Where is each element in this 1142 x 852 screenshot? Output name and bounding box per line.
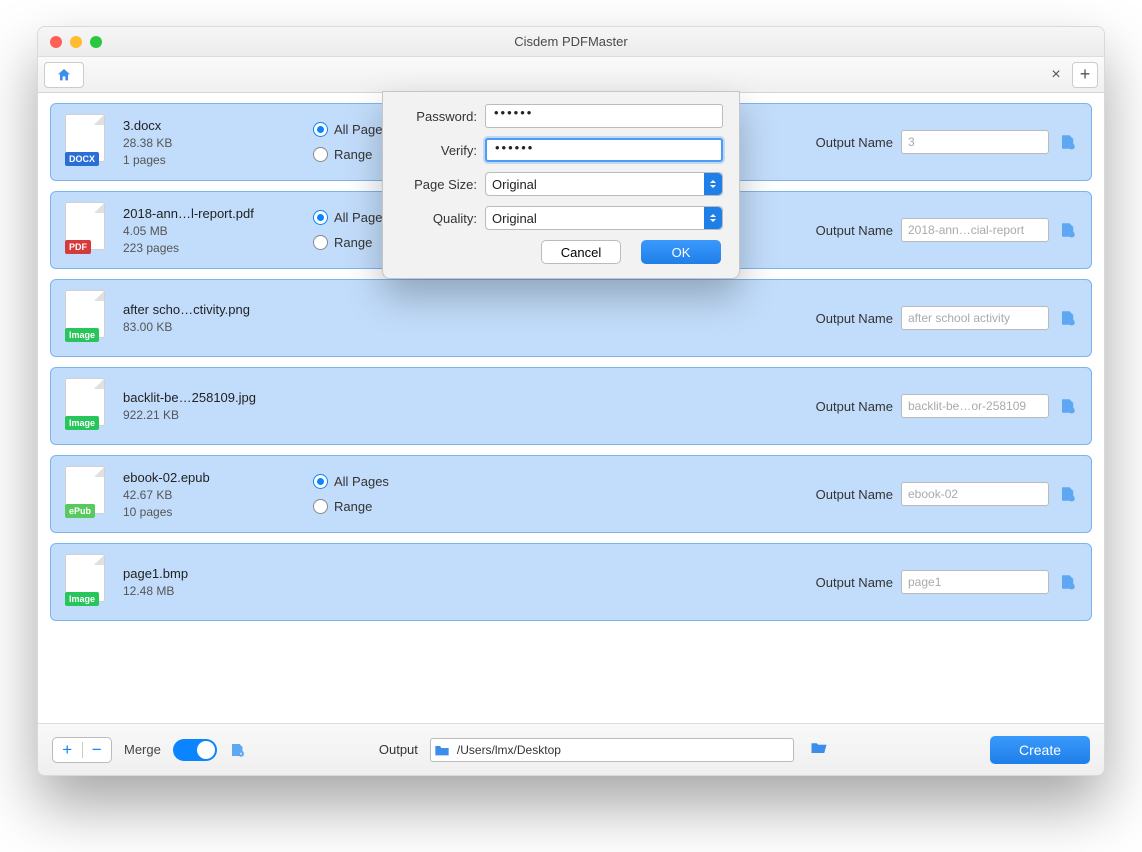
window-title: Cisdem PDFMaster bbox=[38, 34, 1104, 49]
radio-icon bbox=[313, 122, 328, 137]
output-name-input[interactable] bbox=[901, 306, 1049, 330]
row-settings-button[interactable] bbox=[1059, 573, 1077, 591]
file-type-badge: Image bbox=[65, 416, 99, 430]
file-type-badge: DOCX bbox=[65, 152, 99, 166]
create-button[interactable]: Create bbox=[990, 736, 1090, 764]
file-type-badge: PDF bbox=[65, 240, 91, 254]
output-path-text: /Users/lmx/Desktop bbox=[453, 743, 793, 757]
close-tab-button[interactable]: × bbox=[1046, 66, 1066, 84]
output-name-input[interactable] bbox=[901, 570, 1049, 594]
range-radio[interactable]: Range bbox=[313, 499, 433, 514]
quality-select[interactable]: Original bbox=[485, 206, 723, 230]
password-dialog: Password: •••••• Verify: •••••• Page Siz… bbox=[382, 91, 740, 279]
output-path-field[interactable]: /Users/lmx/Desktop bbox=[430, 738, 794, 762]
merge-toggle[interactable] bbox=[173, 739, 217, 761]
output-name-input[interactable] bbox=[901, 130, 1049, 154]
file-row[interactable]: Image page1.bmp 12.48 MB Output Name bbox=[50, 543, 1092, 621]
password-input[interactable]: •••••• bbox=[485, 104, 723, 128]
file-row[interactable]: Image backlit-be…258109.jpg 922.21 KB Outpu… bbox=[50, 367, 1092, 445]
radio-icon bbox=[313, 147, 328, 162]
file-name: ebook-02.epub bbox=[123, 470, 313, 485]
file-icon: ePub bbox=[65, 466, 109, 522]
password-label: Password: bbox=[399, 109, 485, 124]
verify-input[interactable]: •••••• bbox=[485, 138, 723, 162]
file-icon: Image bbox=[65, 290, 109, 346]
file-row[interactable]: ePub ebook-02.epub 42.67 KB 10 pages All Pag… bbox=[50, 455, 1092, 533]
file-icon: Image bbox=[65, 378, 109, 434]
main-toolbar: × + bbox=[38, 57, 1104, 93]
file-type-badge: Image bbox=[65, 592, 99, 606]
verify-label: Verify: bbox=[399, 143, 485, 158]
page-size-select[interactable]: Original bbox=[485, 172, 723, 196]
file-info: ebook-02.epub 42.67 KB 10 pages bbox=[123, 470, 313, 519]
chevron-updown-icon bbox=[704, 173, 722, 195]
plus-icon: + bbox=[1080, 64, 1091, 85]
file-name: after scho…ctivity.png bbox=[123, 302, 313, 317]
row-settings-button[interactable] bbox=[1059, 485, 1077, 503]
file-size: 28.38 KB bbox=[123, 136, 313, 150]
row-settings-button[interactable] bbox=[1059, 133, 1077, 151]
browse-folder-button[interactable] bbox=[810, 739, 830, 760]
radio-icon bbox=[313, 210, 328, 225]
output-name-input[interactable] bbox=[901, 218, 1049, 242]
merge-settings-button[interactable] bbox=[229, 741, 247, 759]
output-name-input[interactable] bbox=[901, 394, 1049, 418]
add-tab-button[interactable]: + bbox=[1072, 62, 1098, 88]
folder-icon bbox=[431, 743, 453, 757]
radio-icon bbox=[313, 499, 328, 514]
file-info: backlit-be…258109.jpg 922.21 KB bbox=[123, 390, 313, 422]
merge-label: Merge bbox=[124, 742, 161, 757]
file-icon: DOCX bbox=[65, 114, 109, 170]
output-name-label: Output Name bbox=[816, 575, 893, 590]
app-window: Cisdem PDFMaster × + DOCX 3.docx 28.38 KB 1… bbox=[37, 26, 1105, 776]
minus-icon: − bbox=[83, 740, 112, 760]
file-size: 42.67 KB bbox=[123, 488, 313, 502]
file-name: page1.bmp bbox=[123, 566, 313, 581]
output-name-label: Output Name bbox=[816, 399, 893, 414]
file-info: 2018-ann…l-report.pdf 4.05 MB 223 pages bbox=[123, 206, 313, 255]
page-size-label: Page Size: bbox=[399, 177, 485, 192]
home-button[interactable] bbox=[44, 62, 84, 88]
file-size: 12.48 MB bbox=[123, 584, 313, 598]
file-name: 2018-ann…l-report.pdf bbox=[123, 206, 313, 221]
output-name-label: Output Name bbox=[816, 135, 893, 150]
output-label: Output bbox=[379, 742, 418, 757]
row-settings-button[interactable] bbox=[1059, 309, 1077, 327]
file-icon: Image bbox=[65, 554, 109, 610]
plus-icon: + bbox=[53, 740, 82, 760]
add-remove-button[interactable]: + − bbox=[52, 737, 112, 763]
all-pages-radio[interactable]: All Pages bbox=[313, 474, 433, 489]
file-name: backlit-be…258109.jpg bbox=[123, 390, 313, 405]
file-icon: PDF bbox=[65, 202, 109, 258]
bottom-bar: + − Merge Output /Users/lmx/Desktop Crea… bbox=[38, 723, 1104, 775]
output-name-label: Output Name bbox=[816, 311, 893, 326]
titlebar: Cisdem PDFMaster bbox=[38, 27, 1104, 57]
file-size: 4.05 MB bbox=[123, 224, 313, 238]
output-name-label: Output Name bbox=[816, 487, 893, 502]
file-pages: 1 pages bbox=[123, 153, 313, 167]
file-info: after scho…ctivity.png 83.00 KB bbox=[123, 302, 313, 334]
file-type-badge: ePub bbox=[65, 504, 95, 518]
file-info: page1.bmp 12.48 MB bbox=[123, 566, 313, 598]
file-size: 83.00 KB bbox=[123, 320, 313, 334]
row-settings-button[interactable] bbox=[1059, 397, 1077, 415]
file-row[interactable]: Image after scho…ctivity.png 83.00 KB Outpu… bbox=[50, 279, 1092, 357]
file-info: 3.docx 28.38 KB 1 pages bbox=[123, 118, 313, 167]
file-type-badge: Image bbox=[65, 328, 99, 342]
file-name: 3.docx bbox=[123, 118, 313, 133]
output-name-input[interactable] bbox=[901, 482, 1049, 506]
quality-label: Quality: bbox=[399, 211, 485, 226]
output-name-label: Output Name bbox=[816, 223, 893, 238]
cancel-button[interactable]: Cancel bbox=[541, 240, 621, 264]
file-size: 922.21 KB bbox=[123, 408, 313, 422]
row-settings-button[interactable] bbox=[1059, 221, 1077, 239]
radio-icon bbox=[313, 235, 328, 250]
chevron-updown-icon bbox=[704, 207, 722, 229]
file-pages: 223 pages bbox=[123, 241, 313, 255]
home-icon bbox=[56, 67, 72, 83]
radio-icon bbox=[313, 474, 328, 489]
file-pages: 10 pages bbox=[123, 505, 313, 519]
ok-button[interactable]: OK bbox=[641, 240, 721, 264]
